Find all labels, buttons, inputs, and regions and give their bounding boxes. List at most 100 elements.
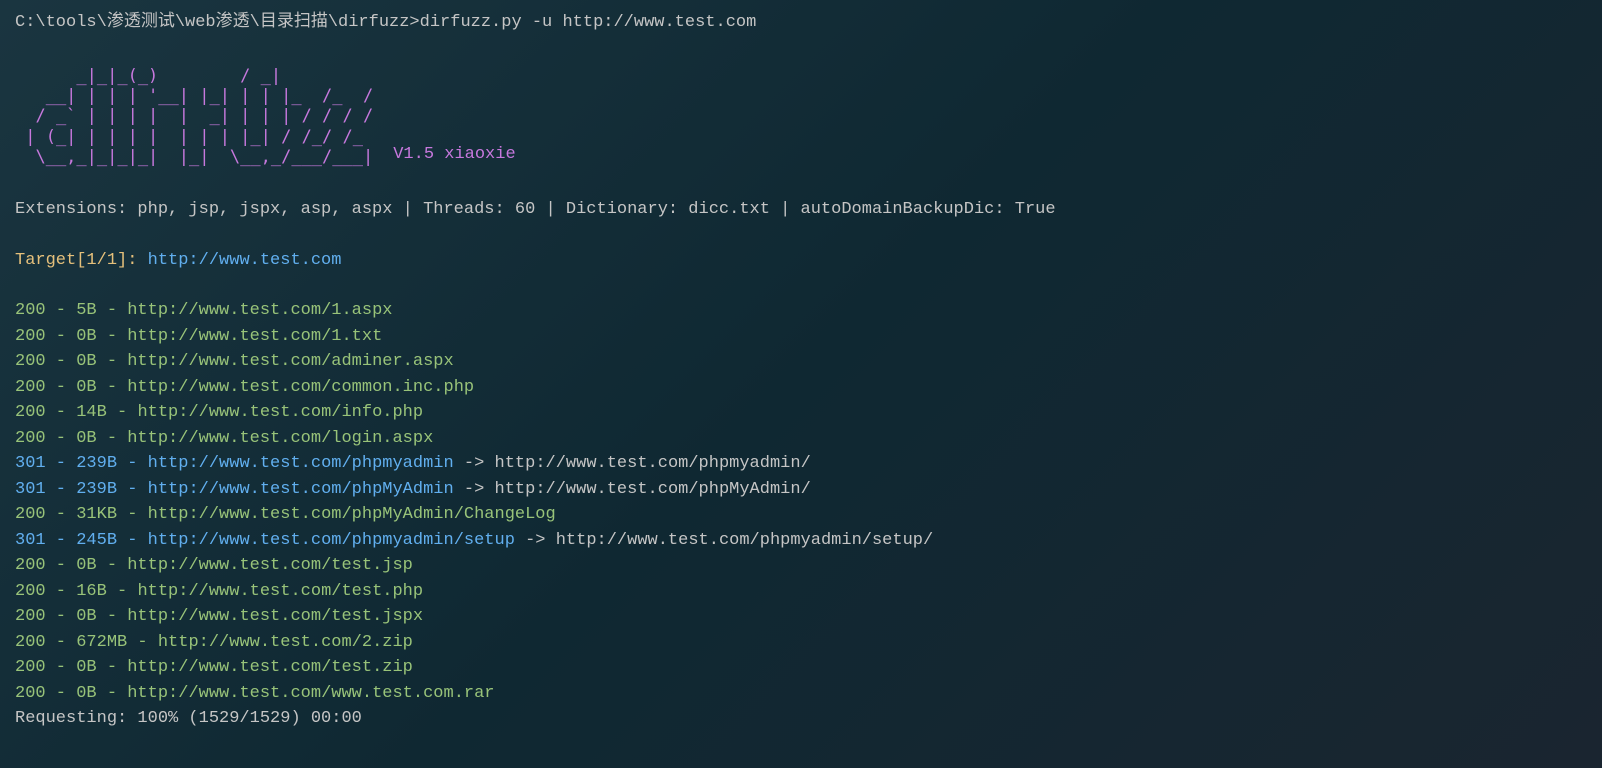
result-url: http://www.test.com/phpMyAdmin/ChangeLog — [148, 505, 556, 524]
status-code: 200 — [15, 327, 46, 346]
response-size: 5B — [76, 301, 96, 320]
result-row: 200 - 31KB - http://www.test.com/phpMyAd… — [15, 502, 1587, 528]
status-code: 200 — [15, 582, 46, 601]
ascii-banner: _|_|_(_) / _| __| | | | '__| |_| | | |_ … — [15, 66, 373, 168]
result-row: 200 - 0B - http://www.test.com/adminer.a… — [15, 349, 1587, 375]
result-url: http://www.test.com/test.jspx — [127, 607, 423, 626]
status-code: 200 — [15, 505, 46, 524]
separator: - — [97, 684, 128, 703]
result-row: 200 - 14B - http://www.test.com/info.php — [15, 400, 1587, 426]
separator: - — [46, 684, 77, 703]
response-size: 0B — [76, 556, 96, 575]
result-url: http://www.test.com/1.txt — [127, 327, 382, 346]
separator: - — [97, 301, 128, 320]
status-code: 301 — [15, 531, 46, 550]
redirect-url: http://www.test.com/phpmyadmin/setup/ — [556, 531, 933, 550]
separator: - — [97, 556, 128, 575]
result-row: 200 - 5B - http://www.test.com/1.aspx — [15, 298, 1587, 324]
result-row: 200 - 0B - http://www.test.com/test.jsp — [15, 553, 1587, 579]
separator: - — [46, 429, 77, 448]
result-url: http://www.test.com/common.inc.php — [127, 378, 474, 397]
separator: - — [97, 607, 128, 626]
separator: - — [117, 505, 148, 524]
status-code: 200 — [15, 429, 46, 448]
separator: - — [107, 582, 138, 601]
response-size: 0B — [76, 327, 96, 346]
status-code: 200 — [15, 352, 46, 371]
separator: - — [46, 607, 77, 626]
result-url: http://www.test.com/login.aspx — [127, 429, 433, 448]
result-row: 301 - 245B - http://www.test.com/phpmyad… — [15, 528, 1587, 554]
status-code: 200 — [15, 684, 46, 703]
requesting-status: Requesting: 100% (1529/1529) 00:00 — [15, 706, 1587, 732]
status-code: 200 — [15, 301, 46, 320]
response-size: 0B — [76, 607, 96, 626]
separator: - — [97, 327, 128, 346]
target-label: Target[1/1]: — [15, 251, 148, 270]
separator: - — [46, 454, 77, 473]
redirect-url: http://www.test.com/phpMyAdmin/ — [495, 480, 811, 499]
response-size: 0B — [76, 658, 96, 677]
response-size: 672MB — [76, 633, 127, 652]
result-url: http://www.test.com/www.test.com.rar — [127, 684, 494, 703]
redirect-arrow: -> — [454, 480, 495, 499]
target-url: http://www.test.com — [148, 251, 342, 270]
result-url: http://www.test.com/test.php — [137, 582, 423, 601]
separator: - — [46, 556, 77, 575]
separator: - — [127, 633, 158, 652]
separator: - — [97, 378, 128, 397]
separator: - — [117, 531, 148, 550]
separator: - — [107, 403, 138, 422]
result-url: http://www.test.com/adminer.aspx — [127, 352, 453, 371]
redirect-arrow: -> — [515, 531, 556, 550]
status-code: 200 — [15, 607, 46, 626]
result-row: 200 - 0B - http://www.test.com/test.zip — [15, 655, 1587, 681]
response-size: 31KB — [76, 505, 117, 524]
result-url: http://www.test.com/1.aspx — [127, 301, 392, 320]
result-row: 301 - 239B - http://www.test.com/phpmyad… — [15, 451, 1587, 477]
redirect-arrow: -> — [454, 454, 495, 473]
separator: - — [46, 633, 77, 652]
result-url: http://www.test.com/phpmyadmin — [148, 454, 454, 473]
result-row: 200 - 0B - http://www.test.com/login.asp… — [15, 426, 1587, 452]
result-row: 301 - 239B - http://www.test.com/phpMyAd… — [15, 477, 1587, 503]
separator: - — [97, 658, 128, 677]
command-line[interactable]: C:\tools\渗透测试\web渗透\目录扫描\dirfuzz>dirfuzz… — [15, 10, 1587, 36]
result-url: http://www.test.com/2.zip — [158, 633, 413, 652]
separator: - — [46, 658, 77, 677]
target-line: Target[1/1]: http://www.test.com — [15, 248, 1587, 274]
response-size: 245B — [76, 531, 117, 550]
result-row: 200 - 0B - http://www.test.com/test.jspx — [15, 604, 1587, 630]
separator: - — [46, 505, 77, 524]
separator: - — [46, 403, 77, 422]
result-url: http://www.test.com/info.php — [137, 403, 423, 422]
response-size: 0B — [76, 352, 96, 371]
result-row: 200 - 0B - http://www.test.com/www.test.… — [15, 681, 1587, 707]
redirect-url: http://www.test.com/phpmyadmin/ — [495, 454, 811, 473]
separator: - — [46, 301, 77, 320]
status-code: 301 — [15, 480, 46, 499]
separator: - — [46, 378, 77, 397]
status-code: 200 — [15, 378, 46, 397]
result-url: http://www.test.com/test.zip — [127, 658, 413, 677]
response-size: 0B — [76, 684, 96, 703]
result-url: http://www.test.com/phpmyadmin/setup — [148, 531, 515, 550]
response-size: 0B — [76, 429, 96, 448]
status-code: 200 — [15, 658, 46, 677]
response-size: 16B — [76, 582, 107, 601]
separator: - — [46, 327, 77, 346]
separator: - — [117, 454, 148, 473]
result-row: 200 - 0B - http://www.test.com/common.in… — [15, 375, 1587, 401]
result-row: 200 - 0B - http://www.test.com/1.txt — [15, 324, 1587, 350]
result-row: 200 - 672MB - http://www.test.com/2.zip — [15, 630, 1587, 656]
result-url: http://www.test.com/test.jsp — [127, 556, 413, 575]
status-code: 200 — [15, 556, 46, 575]
response-size: 0B — [76, 378, 96, 397]
result-url: http://www.test.com/phpMyAdmin — [148, 480, 454, 499]
config-line: Extensions: php, jsp, jspx, asp, aspx | … — [15, 197, 1587, 223]
result-row: 200 - 16B - http://www.test.com/test.php — [15, 579, 1587, 605]
results-list: 200 - 5B - http://www.test.com/1.aspx200… — [15, 298, 1587, 706]
separator: - — [46, 582, 77, 601]
response-size: 239B — [76, 454, 117, 473]
status-code: 200 — [15, 633, 46, 652]
